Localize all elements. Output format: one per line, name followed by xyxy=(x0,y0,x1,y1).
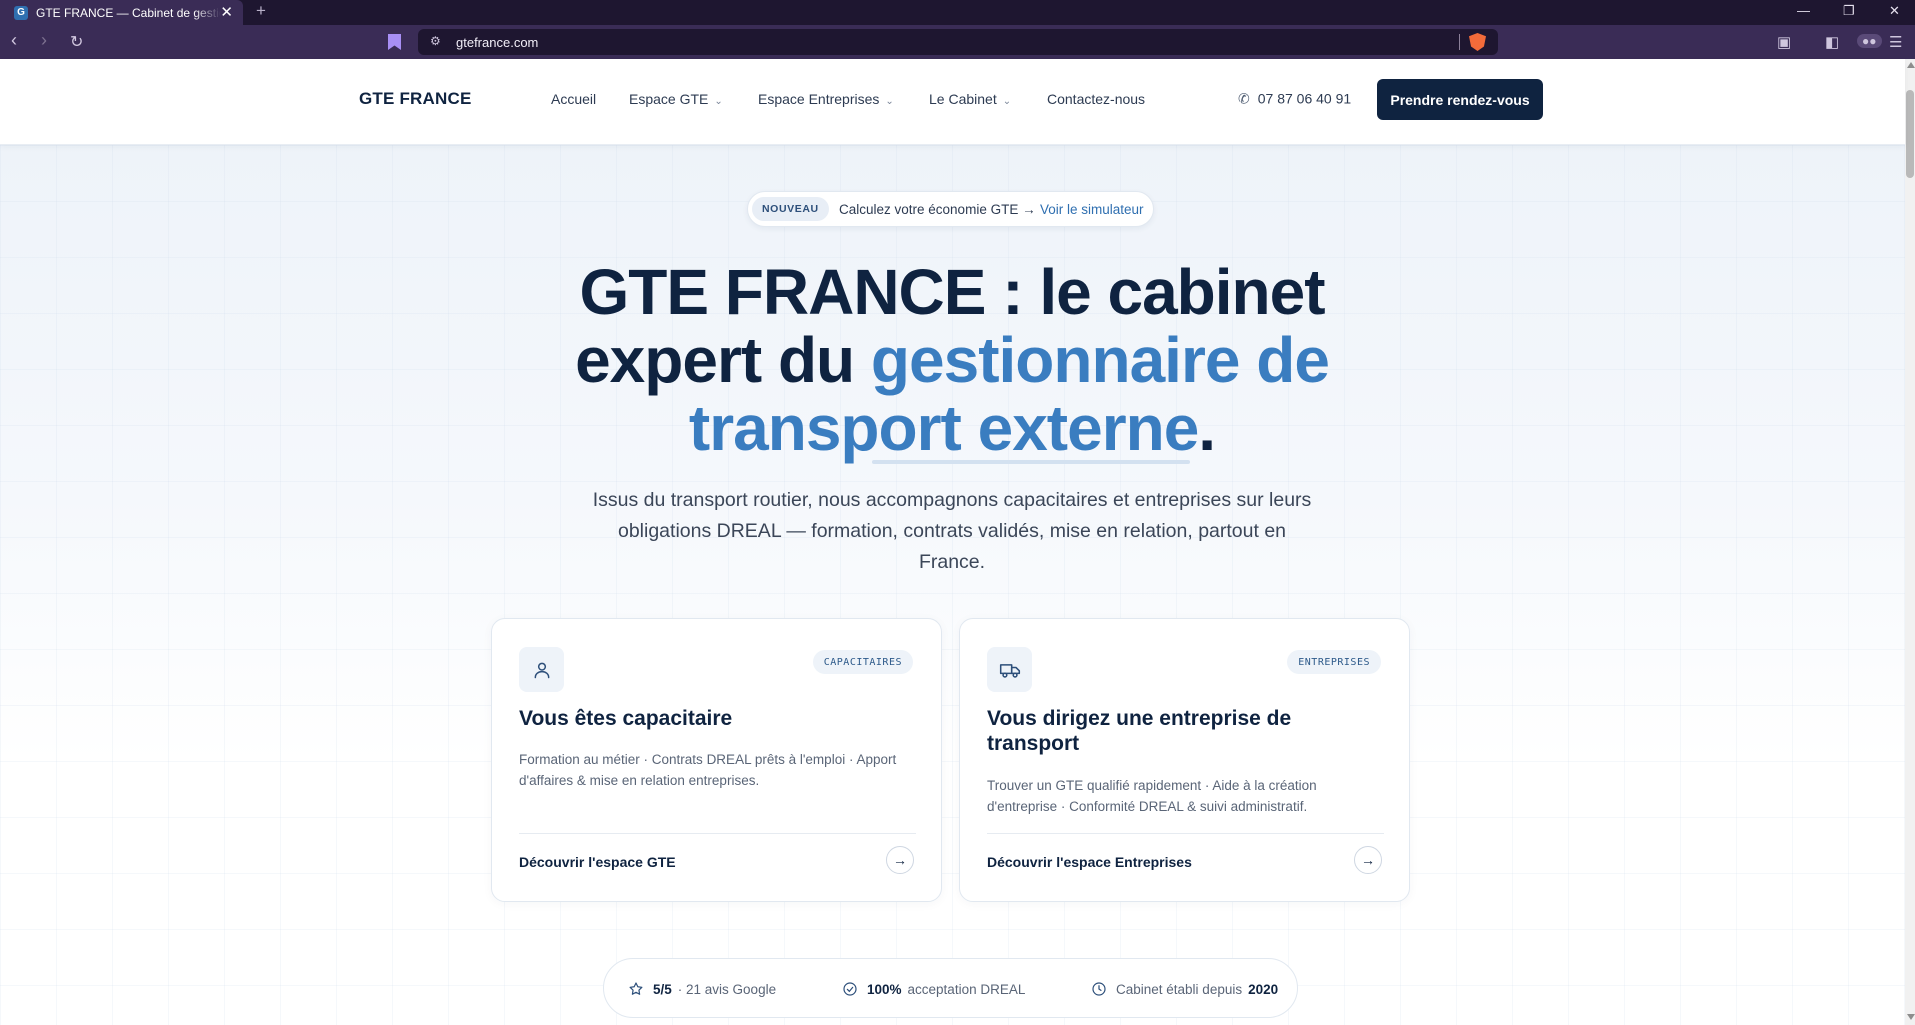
card-title: Vous dirigez une entreprise de transport xyxy=(987,707,1292,755)
card-tag: CAPACITAIRES xyxy=(812,650,913,674)
card-description: Trouver un GTE qualifié rapidement · Aid… xyxy=(987,778,1317,814)
url-divider xyxy=(1459,34,1460,50)
title-underline xyxy=(872,460,1190,464)
announcement-text: Calculez votre économie GTE → xyxy=(839,202,1036,217)
discover-gte-link[interactable]: Découvrir l'espace GTE xyxy=(519,854,676,870)
sidebar-icon[interactable]: ◧ xyxy=(1825,33,1839,51)
phone-icon: ✆ xyxy=(1238,90,1250,107)
user-icon xyxy=(519,647,564,692)
back-icon[interactable]: ‹ xyxy=(11,30,17,51)
nav-contactez-nous[interactable]: Contactez-nous xyxy=(1047,91,1145,107)
window-close-icon[interactable]: ✕ xyxy=(1889,3,1900,19)
scroll-down-icon[interactable] xyxy=(1907,1014,1915,1020)
card-capacitaires[interactable]: CAPACITAIRES Vous êtes capacitaire Forma… xyxy=(491,618,942,902)
card-divider xyxy=(519,833,916,834)
reload-icon[interactable]: ↻ xyxy=(70,32,83,52)
nav-espace-entreprises[interactable]: Espace Entreprises ⌄ xyxy=(758,91,894,107)
forward-icon[interactable]: › xyxy=(41,30,47,51)
restore-icon[interactable]: ❐ xyxy=(1843,3,1855,19)
reader-icon[interactable]: ▣ xyxy=(1777,33,1791,51)
card-description: Formation au métier · Contrats DREAL prê… xyxy=(519,752,897,788)
scroll-up-icon[interactable] xyxy=(1907,62,1915,68)
arrow-right-icon[interactable]: → xyxy=(1354,846,1382,874)
nav-accueil[interactable]: Accueil xyxy=(551,91,596,107)
stat-dreal-acceptance: 100% acceptation DREAL xyxy=(842,981,1025,997)
announcement-pill[interactable]: NOUVEAU Calculez votre économie GTE → Vo… xyxy=(747,191,1154,227)
star-icon xyxy=(629,982,643,995)
browser-tab[interactable]: G GTE FRANCE — Cabinet de gestion ✕ xyxy=(0,0,243,25)
minimize-icon[interactable]: — xyxy=(1797,3,1810,18)
browser-tab-bar: G GTE FRANCE — Cabinet de gestion ✕ + — … xyxy=(0,0,1915,25)
page-scrollbar[interactable] xyxy=(1905,59,1915,1025)
scrollbar-thumb[interactable] xyxy=(1906,90,1914,178)
tab-close-icon[interactable]: ✕ xyxy=(220,3,233,21)
nav-le-cabinet[interactable]: Le Cabinet ⌄ xyxy=(929,91,1011,107)
phone-link[interactable]: ✆ 07 87 06 40 91 xyxy=(1238,91,1351,108)
simulator-link[interactable]: Voir le simulateur xyxy=(1040,202,1144,217)
site-logo[interactable]: GTE FRANCE xyxy=(359,89,472,109)
card-title: Vous êtes capacitaire xyxy=(519,707,733,730)
truck-icon xyxy=(987,647,1032,692)
brave-shield-icon[interactable] xyxy=(1469,33,1486,51)
new-badge: NOUVEAU xyxy=(752,197,829,221)
chevron-down-icon: ⌄ xyxy=(885,96,894,107)
card-divider xyxy=(987,833,1384,834)
stats-bar: 5/5 · 21 avis Google 100% acceptation DREA… xyxy=(603,958,1298,1018)
chevron-down-icon: ⌄ xyxy=(714,96,723,107)
menu-icon[interactable]: ☰ xyxy=(1889,33,1902,51)
book-appointment-button[interactable]: Prendre rendez-vous xyxy=(1377,79,1543,120)
nav-espace-gte[interactable]: Espace GTE ⌄ xyxy=(629,91,723,107)
site-favicon-icon: G xyxy=(14,5,28,20)
hero-title: GTE FRANCE : le cabinet expert du gestio… xyxy=(575,256,1330,464)
site-header: GTE FRANCE Accueil Espace GTE ⌄ Espace En… xyxy=(0,59,1905,145)
card-entreprises[interactable]: ENTREPRISES Vous dirigez une entreprise … xyxy=(959,618,1410,902)
card-tag: ENTREPRISES xyxy=(1287,650,1381,674)
bookmark-icon[interactable] xyxy=(388,34,401,50)
chevron-down-icon: ⌄ xyxy=(1002,96,1012,107)
tab-title: GTE FRANCE — Cabinet de gestion xyxy=(36,5,221,20)
wallet-icon[interactable]: ●● xyxy=(1857,34,1882,48)
url-text[interactable]: gtefrance.com xyxy=(456,35,538,50)
site-info-icon[interactable]: ⚙ xyxy=(430,34,441,48)
clock-icon xyxy=(1092,982,1106,996)
check-circle-icon xyxy=(843,982,857,996)
hero-subtitle: Issus du transport routier, nous accompa… xyxy=(592,489,1312,573)
discover-entreprises-link[interactable]: Découvrir l'espace Entreprises xyxy=(987,854,1192,870)
address-bar[interactable]: ⚙ gtefrance.com xyxy=(418,29,1498,55)
stat-established: Cabinet établi depuis 2020 xyxy=(1091,981,1284,997)
stat-google-reviews: 5/5 · 21 avis Google xyxy=(628,981,776,997)
browser-toolbar: ‹ › ↻ ⚙ gtefrance.com ▣ ◧ ●● ☰ xyxy=(0,25,1915,59)
arrow-right-icon[interactable]: → xyxy=(886,846,914,874)
new-tab-icon[interactable]: + xyxy=(256,1,266,21)
